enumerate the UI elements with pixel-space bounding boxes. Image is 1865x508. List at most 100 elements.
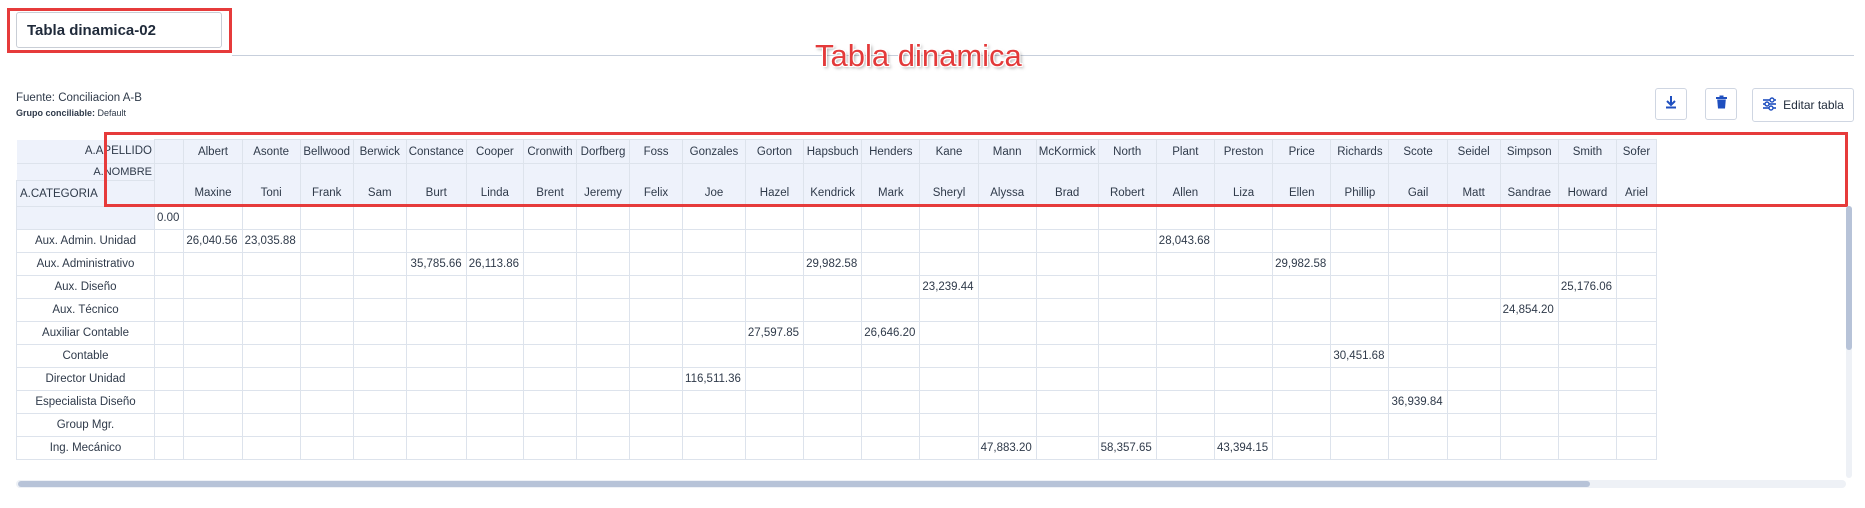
table-cell[interactable] — [1330, 275, 1390, 299]
table-cell[interactable] — [919, 321, 979, 345]
table-cell[interactable] — [1616, 344, 1657, 368]
table-cell[interactable] — [576, 206, 631, 230]
table-cell[interactable] — [1446, 344, 1501, 368]
table-cell[interactable] — [1616, 206, 1657, 230]
table-cell[interactable] — [241, 367, 301, 391]
table-cell[interactable] — [1557, 390, 1618, 414]
table-cell[interactable] — [523, 275, 578, 299]
table-cell[interactable] — [153, 252, 185, 276]
table-cell[interactable] — [919, 390, 979, 414]
table-cell[interactable] — [629, 229, 684, 253]
table-cell[interactable] — [1272, 206, 1332, 230]
col-header-nombre[interactable]: Sheryl — [919, 180, 979, 207]
table-cell[interactable] — [1499, 344, 1559, 368]
table-cell[interactable] — [977, 252, 1037, 276]
table-cell[interactable] — [1272, 390, 1332, 414]
table-cell[interactable] — [183, 436, 243, 460]
table-cell[interactable] — [1213, 321, 1274, 345]
table-cell[interactable] — [1097, 321, 1157, 345]
table-cell[interactable] — [405, 298, 467, 322]
table-cell[interactable] — [1213, 206, 1274, 230]
table-cell[interactable] — [299, 413, 354, 437]
col-header-apellido[interactable]: Hapsbuch — [803, 139, 863, 164]
table-cell[interactable] — [1388, 413, 1448, 437]
table-cell[interactable] — [1272, 275, 1332, 299]
table-cell[interactable] — [1213, 298, 1274, 322]
table-cell[interactable] — [629, 321, 684, 345]
table-cell[interactable] — [465, 275, 525, 299]
table-cell[interactable] — [405, 436, 467, 460]
table-cell[interactable] — [1272, 436, 1332, 460]
col-header-nombre[interactable]: Matt — [1446, 180, 1501, 207]
table-cell[interactable]: 58,357.65 — [1097, 436, 1157, 460]
table-cell[interactable] — [977, 367, 1037, 391]
table-cell[interactable] — [299, 367, 354, 391]
table-cell[interactable] — [1155, 252, 1215, 276]
table-cell[interactable] — [1499, 367, 1559, 391]
col-header-apellido[interactable]: Seidel — [1446, 139, 1501, 164]
table-cell[interactable] — [977, 413, 1037, 437]
table-cell[interactable] — [1097, 275, 1157, 299]
table-cell[interactable] — [861, 413, 921, 437]
table-cell[interactable] — [153, 229, 185, 253]
table-cell[interactable]: 27,597.85 — [744, 321, 805, 345]
col-header-nombre[interactable]: Linda — [465, 180, 525, 207]
table-cell[interactable]: 26,113.86 — [465, 252, 525, 276]
table-cell[interactable] — [241, 206, 301, 230]
table-cell[interactable] — [1557, 252, 1618, 276]
table-cell[interactable] — [299, 298, 354, 322]
table-cell[interactable] — [1446, 436, 1501, 460]
col-header-nombre[interactable]: Frank — [299, 180, 354, 207]
table-cell[interactable] — [576, 275, 631, 299]
col-header-nombre[interactable]: Gail — [1388, 180, 1448, 207]
table-cell[interactable] — [1616, 413, 1657, 437]
col-field-nombre[interactable]: A.NOMBRE — [16, 163, 155, 181]
table-cell[interactable] — [1499, 436, 1559, 460]
col-header-apellido[interactable]: Sofer — [1616, 139, 1657, 164]
table-cell[interactable] — [352, 229, 407, 253]
col-header-apellido[interactable]: Kane — [919, 139, 979, 164]
table-cell[interactable] — [1616, 367, 1657, 391]
table-cell[interactable] — [919, 206, 979, 230]
col-header-nombre[interactable]: Sandrae — [1499, 180, 1559, 207]
table-cell[interactable] — [241, 390, 301, 414]
table-cell[interactable] — [1616, 321, 1657, 345]
table-cell[interactable] — [153, 275, 185, 299]
table-cell[interactable] — [1097, 229, 1157, 253]
table-cell[interactable] — [861, 206, 921, 230]
table-cell[interactable] — [576, 413, 631, 437]
table-cell[interactable] — [744, 275, 805, 299]
table-cell[interactable] — [629, 206, 684, 230]
col-header-apellido[interactable]: Simpson — [1499, 139, 1559, 164]
table-name-field[interactable]: Tabla dinamica-02 — [16, 12, 222, 48]
col-header-apellido[interactable]: McKormick — [1035, 139, 1099, 164]
table-cell[interactable] — [919, 252, 979, 276]
table-cell[interactable] — [1272, 344, 1332, 368]
table-cell[interactable] — [241, 275, 301, 299]
table-cell[interactable] — [744, 367, 805, 391]
table-cell[interactable] — [803, 367, 863, 391]
table-cell[interactable] — [1097, 252, 1157, 276]
table-cell[interactable]: 29,982.58 — [803, 252, 863, 276]
table-cell[interactable] — [241, 436, 301, 460]
table-cell[interactable] — [352, 321, 407, 345]
table-cell[interactable] — [1213, 252, 1274, 276]
table-cell[interactable] — [1097, 344, 1157, 368]
table-cell[interactable] — [861, 367, 921, 391]
table-cell[interactable] — [1155, 298, 1215, 322]
table-cell[interactable] — [352, 275, 407, 299]
table-cell[interactable] — [352, 436, 407, 460]
table-cell[interactable] — [183, 344, 243, 368]
table-cell[interactable] — [405, 390, 467, 414]
table-cell[interactable] — [1616, 252, 1657, 276]
col-header-apellido[interactable]: Mann — [977, 139, 1037, 164]
col-header-nombre[interactable]: Maxine — [183, 180, 243, 207]
col-header-apellido[interactable]: Plant — [1155, 139, 1215, 164]
table-cell[interactable] — [352, 298, 407, 322]
table-cell[interactable] — [1330, 436, 1390, 460]
table-cell[interactable] — [183, 367, 243, 391]
table-cell[interactable] — [682, 252, 746, 276]
table-cell[interactable]: 28,043.68 — [1155, 229, 1215, 253]
table-cell[interactable] — [1330, 390, 1390, 414]
table-cell[interactable] — [299, 229, 354, 253]
